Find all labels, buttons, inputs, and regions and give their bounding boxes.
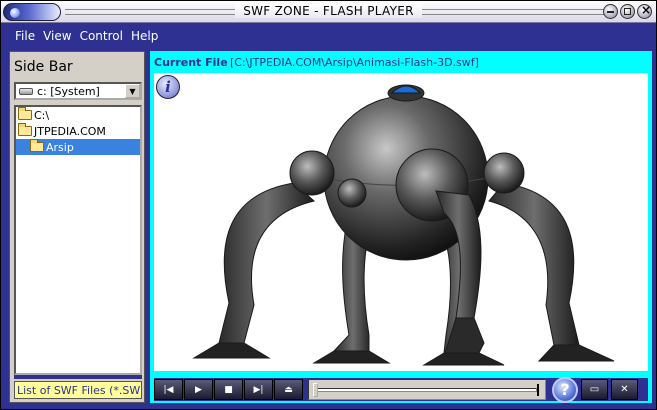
folder-open-icon <box>18 107 32 120</box>
seek-thumb[interactable] <box>313 383 318 397</box>
window-title: SWF ZONE - FLASH PLAYER <box>235 4 422 18</box>
folder-item-selected[interactable]: Arsip <box>16 139 140 155</box>
folder-label: C:\ <box>34 108 50 122</box>
playback-controls: |◀ ▶ ■ ▶| ⏏ ? ▭ ✕ <box>154 376 648 403</box>
menu-file[interactable]: File <box>15 29 35 43</box>
eject-icon[interactable]: ⏏ <box>274 379 303 400</box>
seek-track <box>315 388 537 392</box>
folder-item[interactable]: JTPEDIA.COM <box>16 123 140 139</box>
main-panel: Current File [C:\JTPEDIA.COM\Arsip\Anima… <box>150 51 652 403</box>
flash-stage[interactable]: i <box>154 73 648 371</box>
flash-animation-robot <box>192 84 615 366</box>
stop-icon[interactable]: ■ <box>214 379 243 400</box>
folder-open-icon <box>18 123 32 136</box>
window-controls <box>603 3 652 19</box>
menu-help[interactable]: Help <box>131 29 158 43</box>
skip-back-icon[interactable]: |◀ <box>154 379 183 400</box>
play-icon[interactable]: ▶ <box>184 379 213 400</box>
help-icon[interactable]: ? <box>552 376 578 403</box>
sidebar-title: Side Bar <box>14 59 73 75</box>
folder-label: JTPEDIA.COM <box>34 124 106 138</box>
folder-item[interactable]: C:\ <box>16 107 140 123</box>
minimize-button[interactable] <box>603 4 618 19</box>
menu-control[interactable]: Control <box>80 29 123 43</box>
directory-tree[interactable]: C:\ JTPEDIA.COM Arsip <box>14 105 142 375</box>
title-bar[interactable]: SWF ZONE - FLASH PLAYER <box>1 1 656 23</box>
fullscreen-button[interactable]: ✕ <box>611 379 638 400</box>
close-button[interactable] <box>637 3 652 19</box>
drive-select[interactable]: c: [System] ▼ <box>14 82 142 100</box>
swf-file-list-label[interactable]: List of SWF Files (*.SWF) <box>14 381 142 399</box>
window-mode-button[interactable]: ▭ <box>581 379 608 400</box>
file-list-separator <box>14 375 142 379</box>
sidebar: Side Bar c: [System] ▼ C:\ JTPEDIA.COM A… <box>9 51 145 403</box>
menu-view[interactable]: View <box>43 29 71 43</box>
current-file-path: [C:\JTPEDIA.COM\Arsip\Animasi-Flash-3D.s… <box>230 56 479 69</box>
current-file-label: Current File <box>154 56 228 69</box>
folder-open-icon <box>30 139 44 152</box>
seek-end-marker <box>537 384 539 396</box>
seek-slider[interactable] <box>308 379 546 400</box>
app-window: SWF ZONE - FLASH PLAYER File View Contro… <box>0 0 657 410</box>
folder-label: Arsip <box>46 140 74 154</box>
skip-forward-icon[interactable]: ▶| <box>244 379 273 400</box>
drive-icon <box>19 87 33 95</box>
menu-bar: File View Control Help <box>3 26 654 46</box>
maximize-button[interactable] <box>620 4 635 19</box>
drive-select-value: c: [System] <box>37 84 100 98</box>
chevron-down-icon[interactable]: ▼ <box>125 84 140 98</box>
